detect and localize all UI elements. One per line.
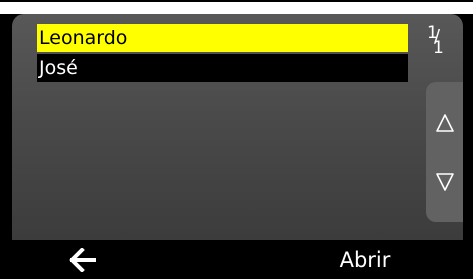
triangle-up-outline-icon [435, 114, 454, 132]
arrow-left-icon [69, 248, 96, 272]
list-item-label: Leonardo [39, 27, 128, 49]
page-indicator: 1 / 1 [421, 22, 455, 62]
back-button[interactable] [60, 244, 104, 276]
list-item-jose[interactable]: José [37, 54, 408, 82]
list-item-leonardo[interactable]: Leonardo [37, 24, 408, 52]
top-divider [0, 0, 473, 2]
scroll-controls [426, 82, 463, 222]
scroll-down-button[interactable] [426, 155, 463, 209]
bottom-action-bar: Abrir [0, 240, 473, 279]
contact-list: Leonardo José [37, 24, 408, 84]
device-screen: Leonardo José 1 / 1 Abrir [0, 14, 473, 279]
scroll-up-button[interactable] [426, 96, 463, 150]
open-button[interactable]: Abrir [325, 244, 405, 276]
triangle-down-outline-icon [435, 173, 454, 191]
page-total: 1 [433, 38, 444, 58]
list-item-label: José [39, 57, 78, 79]
list-panel: Leonardo José 1 / 1 [12, 14, 463, 240]
